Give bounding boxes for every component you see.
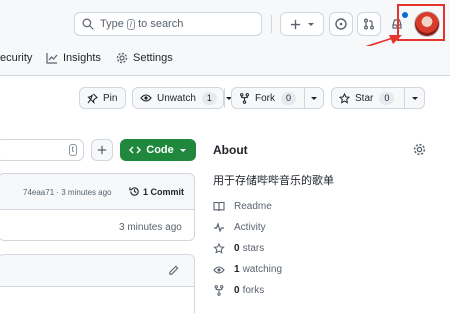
watch-label: Unwatch (157, 92, 196, 104)
pin-button[interactable]: Pin (79, 87, 126, 109)
fork-icon (214, 285, 224, 296)
chevron-down-icon (411, 97, 418, 100)
graph-icon (46, 53, 58, 64)
star-label: Star (355, 92, 374, 104)
gear-icon (116, 52, 128, 64)
about-stars-link[interactable]: 0 stars (213, 243, 264, 254)
tab-insights-label: Insights (63, 52, 101, 64)
tab-settings-label: Settings (133, 52, 173, 64)
eye-icon (213, 265, 225, 274)
readme-header (0, 255, 194, 287)
search-icon (82, 18, 94, 30)
file-row-time: 3 minutes ago (119, 222, 182, 233)
search-shortcut-key: / (126, 18, 136, 30)
fork-button[interactable]: Fork 0 (231, 87, 324, 109)
about-activity-link[interactable]: Activity (213, 222, 266, 233)
code-icon (129, 146, 142, 154)
tab-settings[interactable]: Settings (116, 52, 173, 64)
repo-description: 用于存储哔哔音乐的歌单 (213, 174, 334, 187)
watch-count: 1 (201, 91, 217, 105)
search-suffix: to search (138, 18, 184, 30)
about-title: About (213, 143, 248, 157)
chevron-down-icon (311, 97, 317, 100)
pin-label: Pin (103, 92, 118, 104)
readme-box (0, 254, 195, 313)
star-button[interactable]: Star 0 (331, 87, 425, 109)
commit-count-label: 1 Commit (143, 186, 185, 197)
fork-dropdown[interactable] (304, 88, 323, 108)
commit-hash-time[interactable]: 74eaa71 · 3 minutes ago (23, 188, 112, 197)
about-readme-label: Readme (234, 201, 272, 212)
stars-value: 0 (234, 243, 240, 254)
repo-nav-tabs: ecurity Insights Settings (0, 46, 450, 76)
file-shortcut-key: t (68, 144, 77, 156)
about-watching-link[interactable]: 1 watching (213, 264, 282, 275)
code-button-label: Code (146, 144, 174, 156)
forks-label: forks (242, 285, 265, 296)
code-button[interactable]: Code (120, 139, 196, 161)
commit-header: 74eaa71 · 3 minutes ago 1 Commit (0, 174, 194, 210)
watch-button[interactable]: Unwatch 1 (132, 87, 232, 109)
watching-value: 1 (234, 264, 240, 275)
star-icon (213, 243, 225, 254)
fork-count: 0 (281, 91, 297, 105)
search-input[interactable]: Type / to search (74, 12, 262, 36)
tab-security[interactable]: ecurity (0, 52, 32, 64)
pulse-icon (214, 222, 224, 233)
eye-icon (140, 94, 152, 102)
book-icon (213, 201, 225, 212)
history-icon (129, 187, 139, 196)
pin-icon (87, 93, 98, 104)
commit-history-link[interactable]: 1 Commit (129, 186, 184, 197)
about-activity-label: Activity (234, 222, 266, 233)
star-dropdown[interactable] (404, 88, 424, 108)
pencil-icon[interactable] (168, 265, 179, 276)
latest-commit-box: 74eaa71 · 3 minutes ago 1 Commit 3 minut… (0, 173, 195, 241)
chevron-down-icon (307, 23, 314, 26)
go-to-file-input[interactable]: t (0, 139, 84, 161)
search-prefix: Type (100, 18, 124, 30)
about-readme-link[interactable]: Readme (213, 201, 272, 212)
star-count: 0 (379, 91, 395, 105)
forks-value: 0 (234, 285, 240, 296)
fork-label: Fork (255, 92, 275, 104)
gear-icon[interactable] (413, 143, 426, 156)
tab-insights[interactable]: Insights (46, 52, 101, 64)
about-forks-link[interactable]: 0 forks (213, 285, 264, 296)
tab-security-label: ecurity (0, 52, 33, 64)
watching-label: watching (242, 264, 283, 275)
add-file-button[interactable] (91, 139, 113, 161)
fork-icon (240, 92, 249, 104)
plus-icon (97, 145, 107, 155)
stars-label: stars (242, 243, 265, 254)
chevron-down-icon (179, 149, 186, 152)
star-icon (339, 92, 350, 104)
